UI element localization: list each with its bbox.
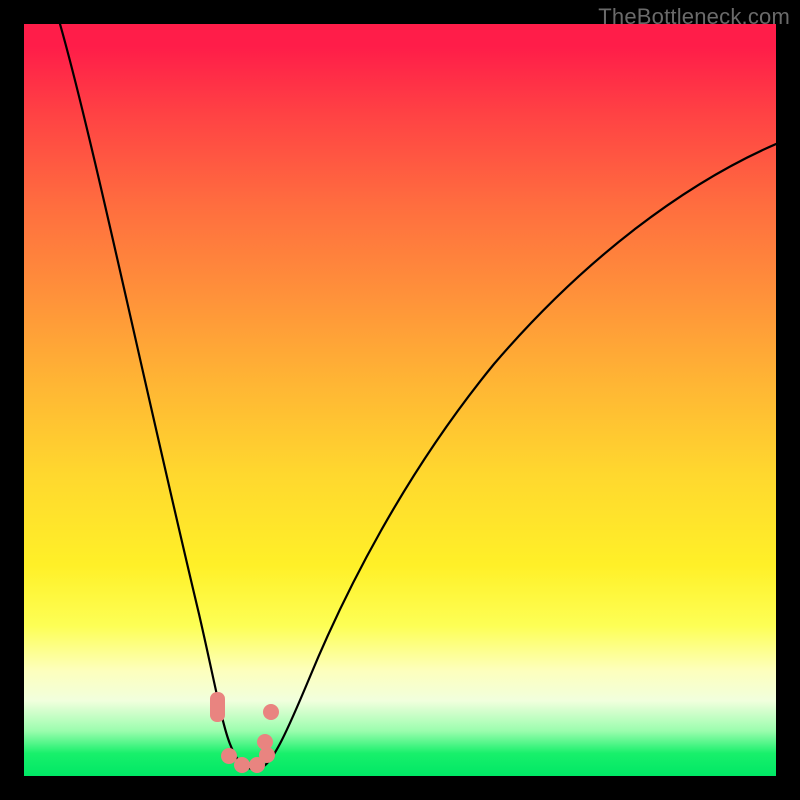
watermark-text: TheBottleneck.com (598, 4, 790, 30)
bottleneck-curve (24, 24, 776, 776)
curve-path (60, 24, 776, 769)
marker-dot (234, 757, 250, 773)
chart-area (24, 24, 776, 776)
marker-pill (210, 692, 225, 722)
marker-dot (263, 704, 279, 720)
marker-dot (257, 734, 273, 750)
marker-dot (221, 748, 237, 764)
